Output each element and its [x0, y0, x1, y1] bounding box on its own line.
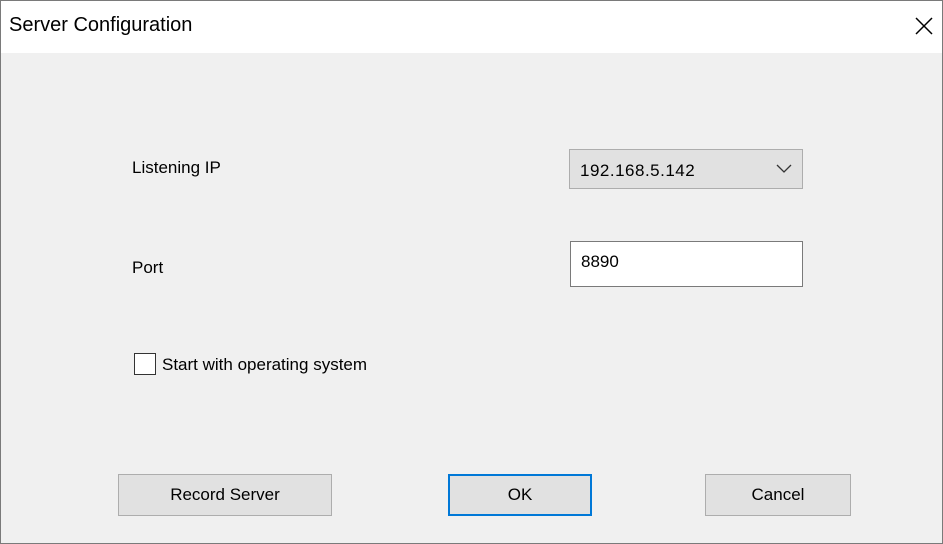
port-input[interactable]: 8890	[570, 241, 803, 287]
chevron-down-icon	[776, 164, 792, 173]
ok-button[interactable]: OK	[448, 474, 592, 516]
close-button[interactable]	[905, 5, 943, 47]
listening-ip-dropdown[interactable]: 192.168.5.142	[569, 149, 803, 189]
server-configuration-dialog: Server Configuration Listening IP 192.16…	[0, 0, 943, 544]
port-label: Port	[132, 258, 164, 277]
start-with-os-label[interactable]: Start with operating system	[162, 355, 367, 375]
window-title: Server Configuration	[9, 14, 193, 36]
record-server-button[interactable]: Record Server	[118, 474, 332, 516]
cancel-button[interactable]: Cancel	[705, 474, 851, 516]
close-icon	[915, 17, 933, 35]
listening-ip-value: 192.168.5.142	[580, 161, 696, 180]
port-value: 8890	[581, 252, 619, 271]
title-bar: Server Configuration	[1, 1, 942, 53]
start-with-os-checkbox[interactable]	[134, 353, 156, 375]
listening-ip-label: Listening IP	[132, 158, 221, 177]
